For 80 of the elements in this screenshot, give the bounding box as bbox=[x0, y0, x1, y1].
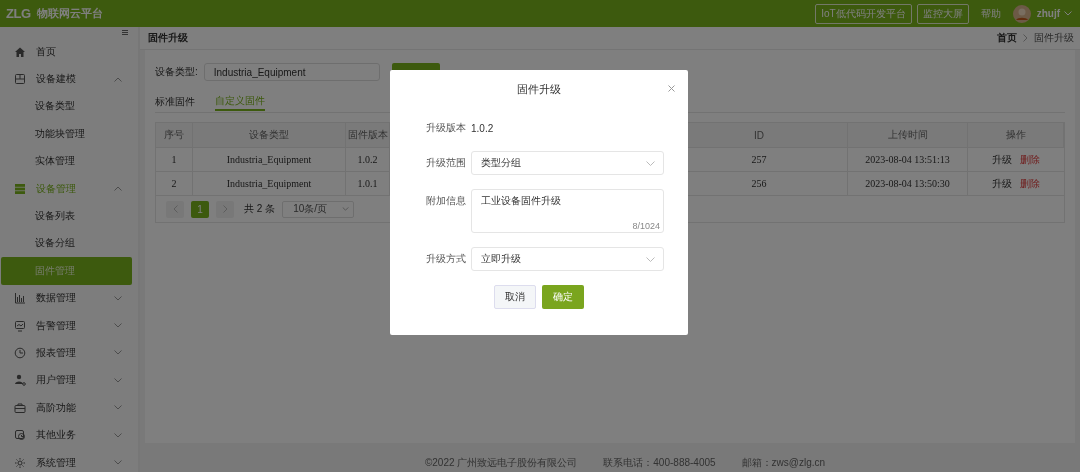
footer-text: ©2022 广州致远电子股份有限公司 bbox=[424, 456, 578, 470]
app-title: 物联网云平台 bbox=[36, 6, 103, 21]
table-cell: Industria_Equipment bbox=[193, 148, 346, 171]
tab[interactable]: 标准固件 bbox=[155, 92, 195, 111]
logo: ZLG bbox=[6, 6, 31, 21]
home-icon bbox=[14, 45, 26, 58]
footer-text: 邮箱：zws@zlg.cn bbox=[741, 456, 826, 470]
page-size-select[interactable]: 10条/页 bbox=[282, 200, 355, 218]
chevron-icon bbox=[1023, 34, 1028, 42]
sidebar-subitem[interactable]: 设备列表 bbox=[0, 202, 138, 230]
monitor-icon bbox=[14, 319, 26, 332]
chevron-down-icon bbox=[646, 256, 655, 262]
table-cell: 2023-08-04 13:50:30 bbox=[848, 172, 968, 195]
avatar-icon[interactable] bbox=[1012, 4, 1031, 23]
version-value: 1.0.2 bbox=[471, 122, 494, 134]
chevron-icon bbox=[114, 432, 122, 438]
settings-icon bbox=[14, 456, 26, 469]
table-cell: 2023-08-04 13:51:13 bbox=[848, 148, 968, 171]
chevron-left-icon bbox=[172, 205, 178, 213]
clock-box-icon bbox=[14, 429, 26, 442]
sidebar-item[interactable]: 设备建模 bbox=[0, 65, 138, 93]
upgrade-link[interactable]: 升级 bbox=[992, 152, 1012, 167]
user-icon bbox=[14, 374, 26, 387]
server-icon bbox=[14, 182, 26, 195]
delete-link[interactable]: 删除 bbox=[1020, 152, 1040, 167]
select-field[interactable]: 类型分组 bbox=[471, 151, 664, 175]
chevron-icon bbox=[114, 76, 122, 82]
column-header: 序号 bbox=[156, 123, 193, 147]
filter-label: 设备类型: bbox=[155, 65, 198, 79]
textarea-field[interactable]: 工业设备固件升级 8/1024 bbox=[471, 189, 664, 233]
sidebar-item[interactable]: 用户管理 bbox=[0, 366, 138, 395]
chevron-icon bbox=[114, 405, 122, 411]
sidebar-subitem[interactable]: 实体管理 bbox=[0, 147, 138, 175]
chevron-icon bbox=[114, 460, 122, 466]
sidebar-item[interactable]: 系统管理 bbox=[0, 448, 138, 472]
chevron-icon bbox=[114, 323, 122, 329]
select-field[interactable]: 立即升级 bbox=[471, 247, 664, 271]
total-count: 共 2 条 bbox=[244, 202, 276, 216]
bar-chart-icon bbox=[14, 292, 26, 305]
prev-page-button[interactable] bbox=[166, 200, 184, 218]
device-type-field[interactable]: Industria_Equipment bbox=[203, 63, 380, 81]
caret-icon[interactable] bbox=[1064, 11, 1072, 16]
chevron-icon bbox=[114, 377, 122, 383]
upgrade-link[interactable]: 升级 bbox=[992, 176, 1012, 191]
form-label: 升级范围 bbox=[425, 156, 467, 170]
breadcrumb-item[interactable]: 首页 bbox=[997, 31, 1017, 45]
chevron-icon bbox=[114, 186, 122, 192]
sidebar-subitem[interactable]: 功能块管理 bbox=[0, 120, 138, 148]
table-cell: 2 bbox=[156, 172, 193, 195]
table-cell: 1 bbox=[156, 148, 193, 171]
sidebar-item[interactable]: 报表管理 bbox=[0, 339, 138, 367]
sidebar-item[interactable]: 数据管理 bbox=[0, 284, 138, 312]
footer-text: 联系电话：400-888-4005 bbox=[603, 456, 716, 470]
sidebar-subitem[interactable]: 设备分组 bbox=[0, 229, 138, 258]
column-header: 操作 bbox=[968, 123, 1064, 147]
next-page-button[interactable] bbox=[216, 200, 234, 218]
confirm-button[interactable]: 确定 bbox=[542, 285, 584, 309]
clock-icon bbox=[14, 347, 26, 359]
sidebar-item[interactable]: 首页 bbox=[0, 38, 138, 66]
menu-icon[interactable] bbox=[122, 30, 128, 35]
chevron-right-icon bbox=[222, 205, 228, 213]
form-label: 附加信息 bbox=[425, 194, 467, 208]
chevron-icon bbox=[114, 295, 122, 301]
form-label: 升级版本 bbox=[425, 121, 467, 135]
form-label: 升级方式 bbox=[425, 252, 467, 266]
breadcrumb-item: 固件升级 bbox=[1034, 31, 1074, 45]
cancel-button[interactable]: 取消 bbox=[494, 285, 536, 309]
sidebar-item[interactable]: 告警管理 bbox=[0, 311, 138, 340]
sidebar-subitem[interactable]: 设备类型 bbox=[0, 92, 138, 121]
grid-icon bbox=[14, 73, 26, 86]
table-cell: Industria_Equipment bbox=[193, 172, 346, 195]
sidebar-item[interactable]: 高阶功能 bbox=[0, 394, 138, 422]
sidebar-item[interactable]: 其他业务 bbox=[0, 421, 138, 449]
dialog-title: 固件升级 bbox=[516, 82, 562, 97]
briefcase-icon bbox=[14, 401, 26, 414]
chevron-icon bbox=[114, 350, 122, 356]
delete-link[interactable]: 删除 bbox=[1020, 176, 1040, 191]
close-icon[interactable] bbox=[668, 85, 675, 92]
page-title: 固件升级 bbox=[148, 31, 188, 45]
chevron-down-icon bbox=[646, 160, 655, 166]
